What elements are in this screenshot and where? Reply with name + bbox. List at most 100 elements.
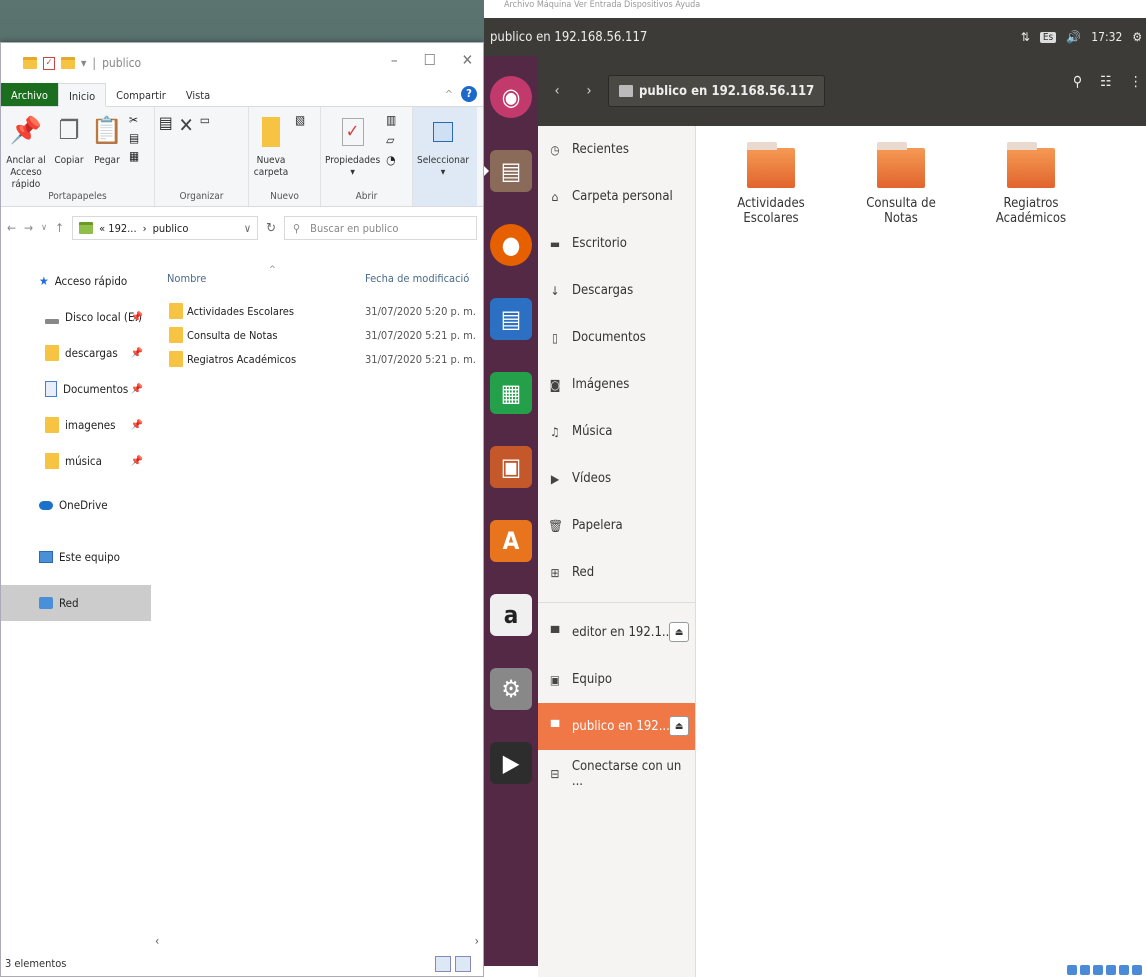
sidebar-item-6[interactable]: ♫ Música (538, 408, 695, 455)
sidebar-mount-0[interactable]: ▀ editor en 192.1... ⏏ (538, 609, 695, 656)
edit-icon[interactable]: ▱ (386, 133, 396, 147)
tab-vista[interactable]: Vista (176, 83, 220, 106)
nav-musica[interactable]: música 📌 (1, 443, 151, 479)
file-row[interactable]: Actividades Escolares 31/07/2020 5:20 p.… (151, 299, 483, 323)
sidebar-item-0[interactable]: ◷ Recientes (538, 126, 695, 173)
grid-view-icon[interactable]: ⋮ (1129, 74, 1142, 90)
shared-folders-icon[interactable] (1132, 965, 1142, 975)
launcher-writer[interactable]: ▤ (488, 284, 534, 354)
paste-button[interactable]: 📋 Pegar (91, 113, 123, 167)
large-icons-view-icon[interactable] (455, 956, 471, 972)
tab-inicio[interactable]: Inicio (57, 83, 107, 107)
folder-item[interactable]: Actividades Escolares (726, 142, 816, 977)
sidebar-mount-2[interactable]: ▀ publico en 192... ⏏ (538, 703, 695, 750)
folder-item[interactable]: Regiatros Académicos (986, 142, 1076, 977)
volume-icon[interactable]: 🔊 (1066, 30, 1081, 44)
keyboard-layout-indicator[interactable]: Es (1039, 31, 1057, 43)
open-icon[interactable]: ▥ (386, 113, 396, 127)
file-row[interactable]: Consulta de Notas 31/07/2020 5:21 p. m. (151, 323, 483, 347)
sidebar-item-8[interactable]: 🗑 Papelera (538, 502, 695, 549)
cut-icon[interactable]: ✂ (129, 113, 139, 127)
forward-icon[interactable]: › (576, 78, 602, 104)
tab-archivo[interactable]: Archivo (1, 83, 58, 106)
sidebar-item-4[interactable]: ▯ Documentos (538, 314, 695, 361)
file-row[interactable]: Regiatros Académicos 31/07/2020 5:21 p. … (151, 347, 483, 371)
sidebar-mount-3[interactable]: ⊟ Conectarse con un ... (538, 750, 695, 797)
copy-path-icon[interactable]: ▤ (129, 131, 139, 145)
nav-imagenes[interactable]: imagenes 📌 (1, 407, 151, 443)
breadcrumb-parent[interactable]: « 192... (99, 222, 137, 235)
back-icon[interactable]: ← (7, 221, 16, 235)
recent-locations-icon[interactable]: ∨ (41, 223, 47, 233)
refresh-icon[interactable]: ↻ (266, 221, 276, 236)
up-icon[interactable]: ↑ (55, 221, 64, 235)
help-icon[interactable]: ? (461, 86, 477, 102)
network-icon[interactable] (1106, 965, 1116, 975)
sidebar-item-7[interactable]: ▶ Vídeos (538, 455, 695, 502)
new-item-icon[interactable]: ▧ (295, 113, 305, 127)
nav-descargas[interactable]: descargas 📌 (1, 335, 151, 371)
delete-icon[interactable]: ✕ (179, 113, 194, 137)
back-icon[interactable]: ‹ (544, 78, 570, 104)
customize-quick-access-icon[interactable]: ▾ (81, 56, 86, 70)
search-icon[interactable]: ⚲ (1073, 74, 1082, 90)
launcher-software[interactable]: A (488, 506, 534, 576)
sidebar-item-1[interactable]: ⌂ Carpeta personal (538, 173, 695, 220)
close-button[interactable]: ✕ (462, 51, 473, 69)
nav-este-equipo[interactable]: Este equipo (1, 539, 151, 575)
settings-gear-icon[interactable]: ⚙ (1132, 30, 1142, 44)
new-folder-button[interactable]: Nueva carpeta (253, 113, 289, 179)
tab-compartir[interactable]: Compartir (106, 83, 176, 106)
eject-icon[interactable]: ⏏ (669, 622, 689, 642)
paste-shortcut-icon[interactable]: ▦ (129, 149, 139, 163)
breadcrumb-current[interactable]: publico (153, 222, 189, 235)
history-icon[interactable]: ◔ (386, 153, 396, 167)
launcher-terminal[interactable]: ▶ (488, 728, 534, 798)
nav-red[interactable]: Red (1, 585, 151, 621)
launcher-amazon[interactable]: a (488, 580, 534, 650)
launcher-firefox[interactable]: ● (488, 210, 534, 280)
launcher-calc[interactable]: ▦ (488, 358, 534, 428)
rename-icon[interactable]: ▭ (200, 113, 210, 127)
sidebar-item-9[interactable]: ⊞ Red (538, 549, 695, 596)
nav-disco-local[interactable]: Disco local (E:) 📌 (1, 299, 151, 335)
sidebar-item-3[interactable]: ↓ Descargas (538, 267, 695, 314)
sidebar-item-5[interactable]: ◙ Imágenes (538, 361, 695, 408)
launcher-settings[interactable]: ⚙ (488, 654, 534, 724)
clock[interactable]: 17:32 (1091, 30, 1122, 44)
usb-icon[interactable] (1119, 965, 1129, 975)
folder-item[interactable]: Consulta de Notas (856, 142, 946, 977)
optical-icon[interactable] (1080, 965, 1090, 975)
properties-button[interactable]: ✓ Propiedades ▾ (325, 113, 380, 179)
new-folder-quick-icon[interactable] (61, 57, 75, 69)
move-to-icon[interactable]: ▤ (159, 113, 173, 132)
disk-icon[interactable] (1067, 965, 1077, 975)
vm-menubar[interactable]: Archivo Máquina Ver Entrada Dispositivos… (484, 0, 1146, 18)
eject-icon[interactable]: ⏏ (669, 716, 689, 736)
list-view-icon[interactable]: ☷ (1100, 74, 1111, 90)
launcher-impress[interactable]: ▣ (488, 432, 534, 502)
nav-quick-access[interactable]: ★ Acceso rápido (1, 263, 151, 299)
select-button[interactable]: Seleccionar ▾ (417, 113, 469, 179)
search-input[interactable]: ⚲ Buscar en publico (283, 216, 477, 240)
details-view-icon[interactable] (435, 956, 451, 972)
sidebar-item-2[interactable]: ▬ Escritorio (538, 220, 695, 267)
sidebar-mount-1[interactable]: ▣ Equipo (538, 656, 695, 703)
audio-icon[interactable] (1093, 965, 1103, 975)
nav-onedrive[interactable]: OneDrive (1, 487, 151, 523)
column-name[interactable]: Nombre (151, 272, 365, 285)
copy-button[interactable]: ❐ Copiar (53, 113, 85, 167)
minimize-button[interactable]: – (391, 51, 398, 69)
collapse-ribbon-icon[interactable]: ^ (445, 88, 453, 101)
nav-documentos[interactable]: Documentos 📌 (1, 371, 151, 407)
address-box[interactable]: « 192... › publico ∨ (72, 216, 259, 240)
column-date[interactable]: Fecha de modificació (365, 272, 469, 285)
pin-quick-access-button[interactable]: 📌 Anclar al Acceso rápido (5, 113, 47, 191)
network-transfer-icon[interactable]: ⇅ (1021, 30, 1030, 44)
launcher-dash[interactable]: ◉ (488, 62, 534, 132)
forward-icon[interactable]: → (24, 221, 33, 235)
maximize-button[interactable]: ☐ (424, 51, 436, 69)
launcher-files[interactable]: ▤ (484, 136, 534, 206)
properties-quick-icon[interactable]: ✓ (43, 56, 55, 70)
path-bar-button[interactable]: publico en 192.168.56.117 (608, 75, 826, 107)
